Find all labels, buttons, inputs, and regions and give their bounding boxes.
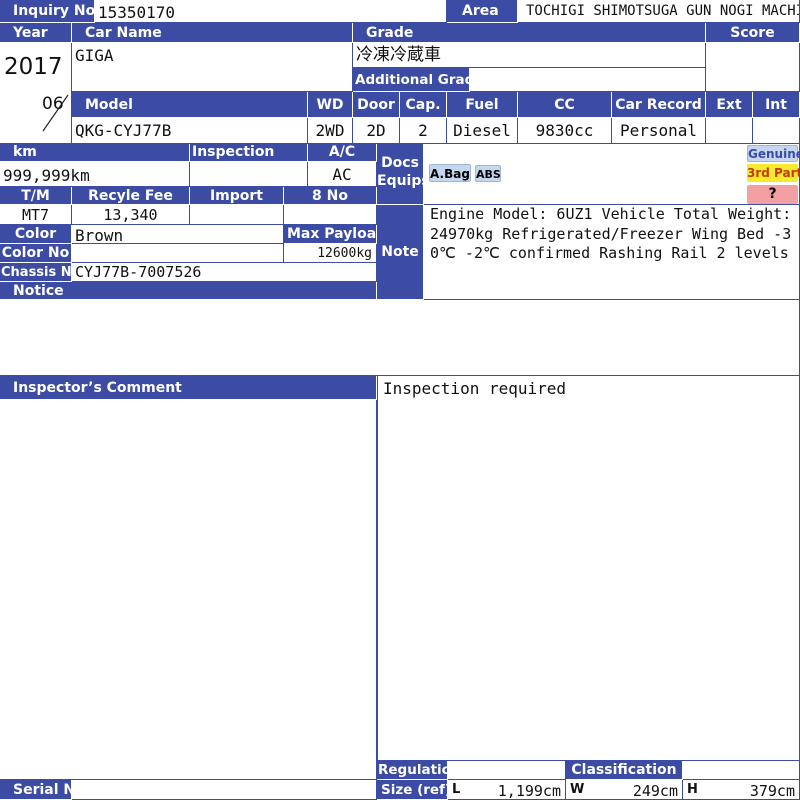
area-label: Area	[447, 0, 518, 23]
legend-third-party: 3rd Party	[747, 164, 799, 182]
notice-value	[0, 300, 800, 376]
max-payload-value: 12600kg	[284, 244, 377, 263]
serial-no-label: Serial No	[0, 780, 72, 800]
tm-value: MT7	[0, 205, 72, 225]
length-value: 1,199cm	[497, 782, 561, 800]
cc-label: CC	[518, 92, 612, 118]
equips-area: A.Bag ABS Genuine 3rd Party ?	[424, 144, 800, 205]
notice-label: Notice	[0, 282, 377, 300]
ext-label: Ext	[706, 92, 753, 118]
grade-label: Grade	[353, 23, 706, 43]
equip-abs-badge: ABS	[475, 165, 501, 182]
color-no-label: Color No	[0, 244, 72, 263]
model-value: QKG-CYJ77B	[72, 118, 308, 144]
car-name-value: GIGA	[72, 43, 353, 92]
score-label: Score	[706, 23, 800, 43]
inquiry-no-label: Inquiry No	[0, 0, 95, 23]
chassis-no-label: Chassis No	[0, 263, 72, 282]
classification-label: Classification	[566, 761, 683, 780]
size-length-cell: L 1,199cm	[448, 780, 566, 800]
fuel-label: Fuel	[447, 92, 518, 118]
chassis-no-value: CYJ77B-7007526	[72, 263, 377, 282]
grade-value: 冷凍冷蔵車	[353, 43, 706, 68]
inspector-comment-label: Inspector’s Comment	[0, 376, 377, 400]
inspector-comment-text: Inspection required	[377, 376, 800, 761]
length-label: L	[452, 782, 461, 797]
import-label: Import	[190, 187, 284, 205]
regulation-label: Regulation	[377, 761, 448, 780]
year-label: Year	[0, 23, 72, 43]
legend-genuine: Genuine	[747, 145, 800, 162]
height-label: H	[687, 782, 698, 797]
area-value: TOCHIGI SHIMOTSUGA GUN NOGI MACHI	[518, 0, 800, 23]
regulation-value	[448, 761, 566, 780]
recycle-fee-value: 13,340	[72, 205, 190, 225]
inspection-label: Inspection	[190, 144, 308, 162]
height-value: 379cm	[749, 782, 795, 800]
additional-grade-value	[470, 68, 706, 92]
car-name-label: Car Name	[72, 23, 353, 43]
equips-label: Equips	[377, 173, 423, 189]
size-height-cell: H 379cm	[683, 780, 800, 800]
note-label: Note	[377, 205, 424, 300]
note-text: Engine Model: 6UZ1 Vehicle Total Weight:…	[424, 205, 800, 300]
cap-label: Cap.	[400, 92, 447, 118]
door-value: 2D	[353, 118, 400, 144]
equip-airbag-badge: A.Bag	[429, 164, 471, 182]
int-value	[753, 118, 800, 144]
recycle-fee-label: Recyle Fee	[72, 187, 190, 205]
month-value: 06	[42, 94, 64, 114]
car-record-value: Personal	[612, 118, 706, 144]
model-label: Model	[72, 92, 308, 118]
year-month-cell: 2017 06	[0, 43, 72, 144]
import-value	[190, 205, 284, 225]
ext-value	[706, 118, 753, 144]
ac-label: A/C	[308, 144, 377, 162]
ac-value: AC	[308, 162, 377, 187]
wd-value: 2WD	[308, 118, 353, 144]
inspection-value	[190, 162, 308, 187]
year-value: 2017	[4, 54, 63, 80]
width-value: 249cm	[632, 782, 678, 800]
legend-unknown: ?	[747, 185, 798, 204]
tm-label: T/M	[0, 187, 72, 205]
max-payload-label: Max Payload	[284, 225, 377, 244]
fuel-value: Diesel	[447, 118, 518, 144]
cap-value: 2	[400, 118, 447, 144]
eight-no-label: 8 No	[284, 187, 377, 205]
km-value: 999,999km	[0, 162, 190, 187]
docs-equips-label: Docs Equips	[377, 144, 424, 205]
color-no-value	[72, 244, 284, 263]
door-label: Door	[353, 92, 400, 118]
score-value	[706, 43, 800, 92]
size-ref-label: Size (ref)	[377, 780, 448, 800]
km-label: km	[0, 144, 190, 162]
color-label: Color	[0, 225, 72, 244]
classification-value	[683, 761, 800, 780]
color-value: Brown	[72, 225, 284, 244]
inquiry-no-value: 15350170	[95, 0, 447, 23]
docs-label: Docs	[381, 155, 419, 171]
car-record-label: Car Record	[612, 92, 706, 118]
cc-value: 9830cc	[518, 118, 612, 144]
width-label: W	[570, 782, 585, 797]
eight-no-value	[284, 205, 377, 225]
additional-grade-label: Additional Grade	[353, 68, 470, 92]
int-label: Int	[753, 92, 800, 118]
size-width-cell: W 249cm	[566, 780, 683, 800]
inspector-comment-left-area	[0, 400, 377, 780]
wd-label: WD	[308, 92, 353, 118]
serial-no-value	[72, 780, 377, 800]
